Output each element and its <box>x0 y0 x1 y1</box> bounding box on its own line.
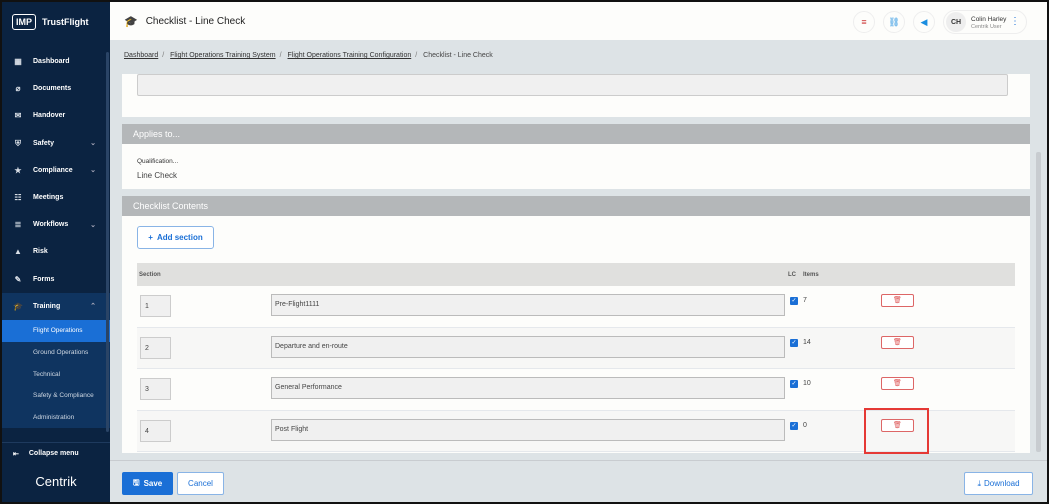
sidebar-subitem[interactable]: Administration <box>2 407 110 429</box>
table-row: 3 General Performance ✓ 10 🗑 <box>137 369 1015 411</box>
delete-section-button[interactable]: 🗑 <box>881 335 914 349</box>
applies-heading: Applies to... <box>122 124 1030 144</box>
section-name-input[interactable]: Pre-Flight1111 <box>271 294 785 316</box>
chevron-down-icon: ⌄ <box>90 221 96 229</box>
collapse-icon: ⇤ <box>13 450 19 458</box>
app-window: IMP TrustFlight ▦ Dashboard ⌀ Documents ✉ Hand… <box>2 2 1047 502</box>
user-menu[interactable]: CH Colin Harley Centrik User ⋮ <box>943 10 1027 34</box>
breadcrumb-dashboard[interactable]: Dashboard <box>124 52 158 59</box>
table-header: Section LC Items <box>137 263 1015 286</box>
graduation-cap-icon: 🎓 <box>124 15 138 28</box>
sidebar-subitem[interactable]: Flight Operations <box>2 319 110 342</box>
logo[interactable]: IMP TrustFlight <box>2 2 110 42</box>
sidebar-subitem[interactable]: Ground Operations <box>2 342 110 364</box>
description-textarea[interactable] <box>137 74 1008 96</box>
delete-section-button[interactable]: 🗑 <box>881 294 914 307</box>
add-section-button[interactable]: + Add section <box>137 226 214 249</box>
save-icon: 🖫 <box>132 477 140 487</box>
main-content: Applies to... Qualification... Line Chec… <box>122 68 1030 453</box>
delete-section-button[interactable]: 🗑 <box>881 377 914 390</box>
items-count: 7 <box>803 297 807 304</box>
items-count: 14 <box>803 338 811 346</box>
sidebar: IMP TrustFlight ▦ Dashboard ⌀ Documents ✉ Hand… <box>2 2 110 502</box>
chevron-down-icon: ⌄ <box>90 167 96 175</box>
chevron-down-icon: ⌄ <box>90 140 96 148</box>
section-number-input[interactable]: 1 <box>140 295 171 317</box>
section-name-input[interactable]: General Performance <box>271 377 785 399</box>
sidebar-item-risk[interactable]: ▲ Risk <box>2 238 110 265</box>
section-name-input[interactable]: Post Flight <box>271 418 785 441</box>
link-icon[interactable]: ⛓ <box>883 11 905 33</box>
section-number-input[interactable]: 4 <box>140 419 171 442</box>
section-number-input[interactable]: 3 <box>140 378 171 400</box>
kebab-menu-icon[interactable]: ⋮ <box>1010 16 1020 28</box>
sidebar-item-safety[interactable]: ⛨ Safety ⌄ <box>2 130 110 157</box>
avatar: CH <box>946 12 966 32</box>
database-icon[interactable]: ≡ <box>853 11 875 33</box>
section-name-input[interactable]: Departure and en-route <box>271 335 785 358</box>
cancel-button[interactable]: Cancel <box>177 472 224 495</box>
lc-checkbox[interactable]: ✓ <box>790 421 798 430</box>
page-header: 🎓 Checklist - Line Check ≡ ⛓ ◀ CH Colin … <box>110 2 1047 40</box>
forms-icon: ✎ <box>14 274 22 284</box>
sidebar-item-handover[interactable]: ✉ Handover <box>2 102 110 129</box>
chevron-up-icon: ⌃ <box>90 303 96 311</box>
trash-icon: 🗑 <box>893 380 902 387</box>
page-title: Checklist - Line Check <box>145 15 246 27</box>
graduation-cap-icon: 🎓 <box>13 301 23 311</box>
handover-icon: ✉ <box>14 111 22 121</box>
trash-icon: 🗑 <box>893 338 902 346</box>
sidebar-item-meetings[interactable]: ☷ Meetings <box>2 184 110 211</box>
breadcrumb: Dashboard / Flight Operations Training Sy… <box>124 52 493 59</box>
paperclip-icon: ⌀ <box>15 84 21 94</box>
lc-checkbox[interactable]: ✓ <box>790 297 798 305</box>
shield-icon: ⛨ <box>15 138 21 148</box>
workflows-icon: ≣ <box>14 220 22 230</box>
download-icon: ⤓ <box>977 478 981 488</box>
save-button[interactable]: 🖫 Save <box>122 472 173 495</box>
breadcrumb-fots[interactable]: Flight Operations Training System <box>170 52 275 59</box>
dashboard-icon: ▦ <box>14 57 22 67</box>
description-card <box>122 74 1030 117</box>
contents-heading: Checklist Contents <box>122 196 1030 216</box>
sidebar-training-group: 🎓 Training ⌃ Flight Operations Ground Opera… <box>2 292 110 429</box>
sidebar-item-forms[interactable]: ✎ Forms <box>2 266 110 293</box>
centrik-logo: Centrik <box>35 474 77 489</box>
breadcrumb-fotc[interactable]: Flight Operations Training Configuration <box>288 52 412 59</box>
table-row: 2 Departure and en-route ✓ 14 🗑 <box>137 327 1015 369</box>
section-number-input[interactable]: 2 <box>140 336 171 359</box>
plus-icon: + <box>148 233 153 242</box>
items-count: 10 <box>803 380 811 387</box>
sidebar-subitem[interactable]: Safety & Compliance <box>2 385 110 407</box>
highlight-box <box>864 408 929 454</box>
sidebar-scrollbar[interactable] <box>106 52 109 432</box>
trash-icon: 🗑 <box>893 297 902 304</box>
applies-card: Applies to... Qualification... Line Chec… <box>122 124 1030 189</box>
collapse-menu-button[interactable]: ⇤ Collapse menu <box>2 442 110 464</box>
risk-icon: ▲ <box>14 247 22 257</box>
items-count: 0 <box>803 421 807 429</box>
main-scrollbar[interactable] <box>1036 152 1041 452</box>
breadcrumb-current: Checklist - Line Check <box>423 52 493 59</box>
sidebar-item-workflows[interactable]: ≣ Workflows ⌄ <box>2 211 110 238</box>
megaphone-icon[interactable]: ◀ <box>913 11 935 33</box>
meetings-icon: ☷ <box>14 193 22 203</box>
sidebar-item-training[interactable]: 🎓 Training ⌃ <box>2 293 110 320</box>
lc-checkbox[interactable]: ✓ <box>790 380 798 388</box>
lc-checkbox[interactable]: ✓ <box>790 338 798 347</box>
sidebar-subitem[interactable]: Technical <box>2 363 110 385</box>
compliance-icon: ★ <box>14 165 22 175</box>
table-row: 1 Pre-Flight1111 ✓ 7 🗑 <box>137 286 1015 328</box>
footer-bar: 🖫 Save Cancel ⤓ Download <box>110 460 1047 502</box>
download-button[interactable]: ⤓ Download <box>964 472 1033 495</box>
sidebar-item-documents[interactable]: ⌀ Documents <box>2 75 110 102</box>
sidebar-item-dashboard[interactable]: ▦ Dashboard <box>2 48 110 75</box>
sidebar-item-compliance[interactable]: ★ Compliance ⌄ <box>2 157 110 184</box>
